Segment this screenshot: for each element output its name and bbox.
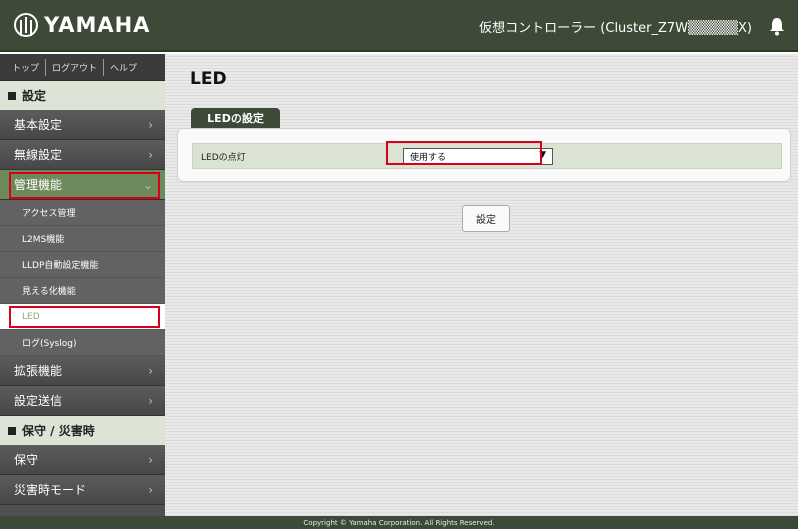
section-maintenance: 保守 / 災害時 <box>0 416 165 445</box>
nav-label: 災害時モード <box>14 483 87 497</box>
top-link[interactable]: トップ <box>6 58 47 76</box>
nav-wireless-settings[interactable]: 無線設定 › <box>0 140 165 170</box>
led-settings-panel: LEDの点灯 使用する ▼ <box>177 128 791 182</box>
led-row: LEDの点灯 使用する ▼ <box>192 143 782 169</box>
header-bar: YAMAHA 仮想コントローラー (Cluster_Z7W▒▒▒▒▒X) <box>0 0 798 52</box>
nav-label: 拡張機能 <box>14 364 63 378</box>
led-lighting-label: LEDの点灯 <box>201 153 246 163</box>
chevron-right-icon: › <box>148 394 153 408</box>
help-link[interactable]: ヘルプ <box>104 59 143 76</box>
nav-label: 無線設定 <box>14 148 63 162</box>
panel-title: LEDの設定 <box>191 108 280 128</box>
nav-extensions[interactable]: 拡張機能 › <box>0 356 165 386</box>
footer-copyright: Copyright © Yamaha Corporation. All Righ… <box>0 516 798 529</box>
sub-access-management[interactable]: アクセス管理 <box>0 200 165 226</box>
sidebar: トップ ログアウト ヘルプ 設定 基本設定 › 無線設定 › 管理機能 ⌄ アク… <box>0 54 165 516</box>
sub-lldp-auto[interactable]: LLDP自動設定機能 <box>0 252 165 278</box>
controller-title: 仮想コントローラー (Cluster_Z7W▒▒▒▒▒X) <box>479 21 752 36</box>
nav-label: 保守 <box>14 453 39 467</box>
sub-l2ms[interactable]: L2MS機能 <box>0 226 165 252</box>
section-settings: 設定 <box>0 81 165 110</box>
square-bullet-icon <box>8 426 16 435</box>
nav-label: 管理機能 <box>14 178 63 192</box>
chevron-right-icon: › <box>148 364 153 378</box>
logout-link[interactable]: ログアウト <box>46 58 105 76</box>
chevron-down-icon: ▼ <box>539 150 546 160</box>
page-title: LED <box>190 69 227 89</box>
logo-text: YAMAHA <box>44 13 151 37</box>
yamaha-tuning-fork-icon <box>14 13 38 37</box>
nav-config-send[interactable]: 設定送信 › <box>0 386 165 416</box>
sub-syslog[interactable]: ログ(Syslog) <box>0 330 165 356</box>
select-value: 使用する <box>410 153 447 163</box>
section-label: 保守 / 災害時 <box>22 424 95 438</box>
nav-disaster-mode[interactable]: 災害時モード › <box>0 475 165 505</box>
chevron-down-icon: ⌄ <box>142 178 153 192</box>
nav-label: 設定送信 <box>14 394 63 408</box>
nav-maintenance[interactable]: 保守 › <box>0 445 165 475</box>
nav-management[interactable]: 管理機能 ⌄ <box>0 170 165 200</box>
sub-led[interactable]: LED <box>0 304 165 330</box>
chevron-right-icon: › <box>148 483 153 497</box>
apply-button[interactable]: 設定 <box>462 205 510 232</box>
nav-basic-settings[interactable]: 基本設定 › <box>0 110 165 140</box>
chevron-right-icon: › <box>148 453 153 467</box>
chevron-right-icon: › <box>148 118 153 132</box>
yamaha-logo[interactable]: YAMAHA <box>14 13 150 37</box>
nav-label: 基本設定 <box>14 118 63 132</box>
top-nav: トップ ログアウト ヘルプ <box>0 54 165 81</box>
bell-icon[interactable] <box>768 16 786 36</box>
square-bullet-icon <box>8 91 16 100</box>
sub-visualization[interactable]: 見える化機能 <box>0 278 165 304</box>
led-lighting-select[interactable]: 使用する ▼ <box>403 148 553 165</box>
chevron-right-icon: › <box>148 148 153 162</box>
section-label: 設定 <box>22 89 47 103</box>
main-content: LED LEDの設定 LEDの点灯 使用する ▼ 設定 <box>165 54 798 516</box>
